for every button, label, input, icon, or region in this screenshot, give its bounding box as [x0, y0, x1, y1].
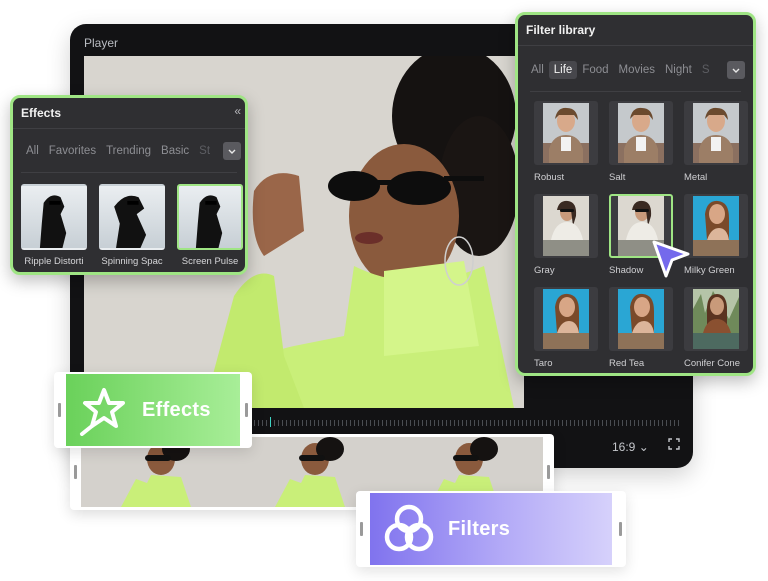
collapse-icon[interactable]: «: [234, 104, 241, 118]
tab-s[interactable]: S: [697, 61, 715, 79]
effect-label: Screen Pulse: [181, 256, 239, 267]
filter-preview-image: [693, 103, 739, 163]
effects-clip-body: Effects: [66, 374, 240, 446]
effect-thumbnail: [99, 184, 165, 250]
filter-library-panel: Filter library All Life Food Movies Nigh…: [515, 12, 756, 376]
divider: [518, 45, 753, 46]
mouse-pointer-icon: [652, 240, 690, 278]
chevron-down-icon: [732, 68, 740, 73]
effect-thumbnail: [21, 184, 87, 250]
trim-handle-right[interactable]: [245, 403, 248, 417]
filter-thumbnail: [534, 194, 598, 258]
timeline-ruler[interactable]: [250, 420, 680, 426]
effects-clip-label: Effects: [142, 398, 211, 421]
filter-item[interactable]: Robust: [534, 101, 598, 194]
filter-preview-image: [618, 289, 664, 349]
filter-preview-image: [693, 289, 739, 349]
playhead[interactable]: [270, 417, 271, 427]
three-circles-icon: [384, 504, 434, 552]
tab-st[interactable]: St: [194, 142, 215, 160]
filter-label: Salt: [609, 172, 626, 183]
chevron-down-icon: [228, 149, 236, 154]
trim-handle-left[interactable]: [360, 522, 363, 536]
filter-preview-image: [543, 196, 589, 256]
filter-label: Taro: [534, 358, 553, 369]
tab-trending[interactable]: Trending: [101, 142, 156, 160]
divider: [21, 172, 237, 173]
filter-item[interactable]: Taro: [534, 287, 598, 380]
trim-handle-left[interactable]: [74, 465, 77, 479]
filter-label: Robust: [534, 172, 565, 183]
effects-panel-title: Effects: [21, 106, 62, 120]
filter-preview-image: [618, 103, 664, 163]
filter-label: Metal: [684, 172, 708, 183]
filter-preview-image: [543, 289, 589, 349]
more-tabs-button[interactable]: [727, 61, 745, 79]
divider: [13, 128, 245, 129]
fullscreen-icon[interactable]: [668, 438, 680, 450]
effects-track-clip[interactable]: Effects: [54, 372, 252, 448]
effects-tabs: All Favorites Trending Basic St: [21, 142, 221, 160]
filter-label: Gray: [534, 265, 555, 276]
effect-item[interactable]: Spinning Spac: [99, 184, 165, 267]
effects-grid: Ripple Distorti Spinning Spac Screen Pul…: [21, 184, 243, 267]
effect-label: Ripple Distorti: [24, 256, 84, 267]
tab-movies[interactable]: Movies: [614, 61, 660, 79]
filter-item[interactable]: Milky Green: [684, 194, 748, 287]
divider: [530, 91, 741, 92]
effects-panel: Effects « All Favorites Trending Basic S…: [10, 95, 248, 275]
filters-clip-body: Filters: [370, 493, 612, 565]
filter-label: Red Tea: [609, 358, 645, 369]
filter-thumbnail: [684, 194, 748, 258]
player-title: Player: [84, 36, 119, 50]
filter-thumbnail: [609, 101, 673, 165]
filter-label: Milky Green: [684, 265, 735, 276]
filter-panel-title: Filter library: [526, 23, 596, 37]
tab-favorites[interactable]: Favorites: [44, 142, 101, 160]
tab-night[interactable]: Night: [660, 61, 697, 79]
effect-item-selected[interactable]: Screen Pulse: [177, 184, 243, 267]
tab-basic[interactable]: Basic: [156, 142, 194, 160]
star-wand-icon: [80, 388, 125, 436]
aspect-ratio-value: 16:9: [612, 440, 636, 454]
filter-label: Conifer Cone: [684, 358, 740, 369]
filter-item[interactable]: Salt: [609, 101, 673, 194]
trim-handle-left[interactable]: [58, 403, 61, 417]
filter-tabs: All Life Food Movies Night S: [526, 61, 726, 79]
filter-item[interactable]: Gray: [534, 194, 598, 287]
filter-item[interactable]: Metal: [684, 101, 748, 194]
more-tabs-button[interactable]: [223, 142, 241, 160]
effect-item[interactable]: Ripple Distorti: [21, 184, 87, 267]
filter-preview-image: [543, 103, 589, 163]
filter-thumbnail: [534, 101, 598, 165]
aspect-ratio-dropdown[interactable]: 16:9 ⌄: [612, 440, 649, 454]
filter-thumbnail: [609, 287, 673, 351]
filter-thumbnail: [684, 287, 748, 351]
filter-item[interactable]: Red Tea: [609, 287, 673, 380]
filter-thumbnail: [534, 287, 598, 351]
trim-handle-right[interactable]: [619, 522, 622, 536]
tab-life[interactable]: Life: [548, 61, 578, 79]
tab-all[interactable]: All: [21, 142, 44, 160]
chevron-down-icon: ⌄: [638, 440, 649, 454]
effect-thumbnail: [177, 184, 243, 250]
filter-preview-image: [693, 196, 739, 256]
effect-label: Spinning Spac: [101, 256, 163, 267]
trim-handle-right[interactable]: [547, 465, 550, 479]
filter-thumbnail: [684, 101, 748, 165]
filter-grid: Robust Salt Metal Gray Shadow Milky Green Taro…: [534, 101, 748, 380]
tab-food[interactable]: Food: [577, 61, 613, 79]
filter-item[interactable]: Conifer Cone: [684, 287, 748, 380]
filters-track-clip[interactable]: Filters: [356, 491, 626, 567]
tab-all[interactable]: All: [526, 61, 549, 79]
filters-clip-label: Filters: [448, 517, 511, 540]
